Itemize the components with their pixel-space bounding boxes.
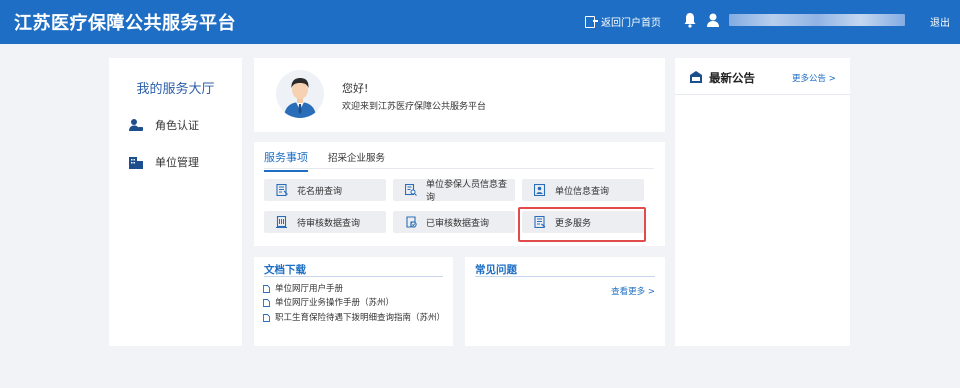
notice-more-link[interactable]: 更多公告 > — [792, 72, 836, 84]
doc-item-label: 职工生育保险待遇下拨明细查询指南（苏州） — [275, 313, 446, 323]
faq-card: 常见问题 查看更多 > — [465, 257, 665, 346]
megaphone-icon — [690, 71, 702, 83]
service-label: 更多服务 — [555, 218, 592, 229]
doc-item[interactable]: 职工生育保险待遇下拨明细查询指南（苏州） — [263, 313, 446, 323]
sidebar-title: 我的服务大厅 — [136, 82, 215, 97]
doc-item-label: 单位网厅业务操作手册（苏州） — [275, 298, 395, 308]
service-reviewed-query[interactable]: 已审核数据查询 — [393, 211, 515, 233]
user-key-icon — [129, 119, 143, 131]
portal-home-link[interactable]: 返回门户首页 — [585, 14, 661, 29]
faq-more-link[interactable]: 查看更多 > — [611, 285, 655, 297]
document-download-card: 文档下载 单位网厅用户手册 单位网厅业务操作手册（苏州） 职工生育保险待遇下拨明… — [254, 257, 453, 346]
notice-header: 最新公告 更多公告 > — [675, 58, 850, 95]
file-icon — [263, 299, 270, 307]
tab-divider — [264, 168, 654, 169]
notice-title: 最新公告 — [709, 71, 755, 85]
site-title: 江苏医疗保障公共服务平台 — [14, 13, 236, 34]
services-card: 服务事项 招采企业服务 花名册查询 单位参保人员信息查询 单位信息查询 待审核数… — [254, 142, 665, 246]
faq-divider — [475, 276, 655, 277]
doc-item-label: 单位网厅用户手册 — [275, 284, 344, 294]
service-more[interactable]: 更多服务 — [522, 211, 644, 233]
bell-icon[interactable] — [683, 12, 697, 28]
service-pending-review-query[interactable]: 待审核数据查询 — [264, 211, 386, 233]
service-label: 单位参保人员信息查询 — [426, 180, 508, 203]
sidebar-item-label: 单位管理 — [155, 156, 199, 169]
top-header: 江苏医疗保障公共服务平台 返回门户首页 退出 — [0, 0, 960, 44]
service-hall-sidebar: 我的服务大厅 角色认证 单位管理 — [109, 58, 242, 346]
docs-title: 文档下载 — [264, 264, 306, 276]
welcome-message: 欢迎来到江苏医疗保障公共服务平台 — [342, 102, 487, 112]
avatar — [276, 70, 324, 118]
faq-title: 常见问题 — [475, 264, 517, 276]
portal-home-label: 返回门户首页 — [601, 18, 661, 29]
docs-divider — [264, 276, 443, 277]
service-roster-query[interactable]: 花名册查询 — [264, 179, 386, 201]
file-icon — [263, 285, 270, 293]
form-icon — [276, 184, 288, 196]
building-icon — [129, 157, 143, 169]
person-avatar-icon — [284, 78, 316, 118]
document-search-icon — [405, 184, 417, 196]
doc-item[interactable]: 单位网厅用户手册 — [263, 284, 343, 294]
sidebar-item-role-auth[interactable]: 角色认证 — [129, 117, 199, 133]
service-unit-info-query[interactable]: 单位信息查询 — [522, 179, 644, 201]
logout-button[interactable]: 退出 — [930, 14, 950, 29]
checked-icon — [406, 216, 417, 228]
sidebar-item-label: 角色认证 — [155, 119, 199, 132]
notice-card: 最新公告 更多公告 > — [675, 58, 850, 346]
service-label: 花名册查询 — [297, 186, 343, 197]
file-icon — [263, 314, 270, 322]
username-redacted — [729, 14, 905, 26]
doc-item[interactable]: 单位网厅业务操作手册（苏州） — [263, 298, 394, 308]
exit-portal-icon — [585, 15, 598, 28]
service-label: 待审核数据查询 — [297, 218, 361, 229]
service-insured-staff-query[interactable]: 单位参保人员信息查询 — [393, 179, 515, 203]
sidebar-item-unit-manage[interactable]: 单位管理 — [129, 154, 199, 170]
service-label: 已审核数据查询 — [426, 218, 490, 229]
welcome-card: 您好! 欢迎来到江苏医疗保障公共服务平台 — [254, 58, 665, 132]
id-card-icon — [534, 184, 546, 196]
user-icon[interactable] — [706, 12, 720, 28]
building-doc-icon — [276, 216, 287, 228]
tab-procurement-services[interactable]: 招采企业服务 — [328, 150, 385, 164]
service-label: 单位信息查询 — [555, 186, 610, 197]
greeting: 您好! — [342, 82, 369, 95]
more-doc-icon — [534, 216, 546, 228]
